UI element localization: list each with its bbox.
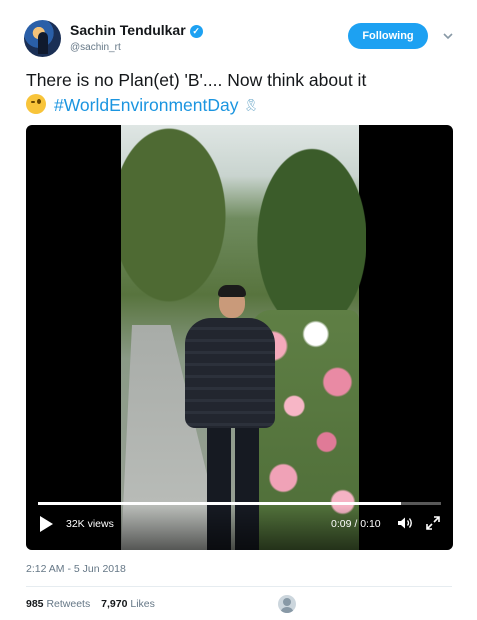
winking-face-emoji-icon (26, 94, 46, 114)
tweet-text-line-2: #WorldEnvironmentDay 🎗 (26, 93, 446, 118)
divider (26, 586, 452, 587)
video-time: 0:09 / 0:10 (331, 518, 381, 530)
likes-label[interactable]: Likes (130, 598, 155, 610)
tweet-text: There is no Plan(et) 'B'.... Now think a… (26, 68, 446, 118)
user-handle[interactable]: @sachin_rt (70, 42, 121, 53)
view-count: 32K views (66, 518, 114, 530)
liker-avatar[interactable] (278, 595, 296, 613)
user-name[interactable]: Sachin Tendulkar ✓ (70, 22, 203, 38)
video-person-hair (218, 285, 246, 297)
chevron-down-icon[interactable] (442, 30, 454, 42)
verified-badge-icon: ✓ (189, 25, 203, 38)
video-frame (121, 125, 366, 550)
video-person-jacket (185, 318, 275, 428)
video-progress-fill (38, 502, 401, 505)
video-controls: 32K views 0:09 / 0:10 (26, 502, 453, 550)
tweet-header: Sachin Tendulkar ✓ @sachin_rt Following (24, 18, 464, 58)
user-name-text: Sachin Tendulkar (70, 22, 186, 38)
retweets-count[interactable]: 985 (26, 598, 44, 610)
tweet-text-line: There is no Plan(et) 'B'.... Now think a… (26, 70, 367, 90)
ribbon-icon: 🎗 (243, 98, 259, 112)
tweet-stats: 985 Retweets 7,970 Likes (26, 598, 155, 610)
volume-icon[interactable] (396, 514, 414, 532)
following-button[interactable]: Following (348, 23, 428, 49)
avatar[interactable] (24, 20, 61, 57)
video-tree-right (246, 130, 366, 330)
video-player[interactable]: 32K views 0:09 / 0:10 (26, 125, 453, 550)
hashtag-link[interactable]: #WorldEnvironmentDay (54, 95, 238, 115)
video-progress-bar[interactable] (38, 502, 441, 505)
likes-count[interactable]: 7,970 (101, 598, 127, 610)
retweets-label[interactable]: Retweets (46, 598, 90, 610)
fullscreen-icon[interactable] (424, 514, 442, 532)
play-icon[interactable] (40, 516, 53, 532)
tweet-timestamp[interactable]: 2:12 AM - 5 Jun 2018 (26, 563, 126, 575)
